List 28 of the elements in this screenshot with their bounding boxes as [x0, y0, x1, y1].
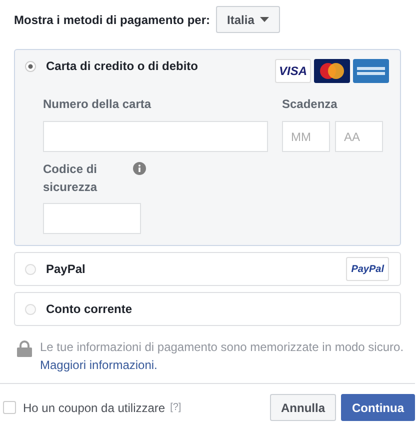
- card-number-label: Numero della carta: [43, 96, 152, 113]
- country-dropdown[interactable]: Italia: [216, 6, 280, 33]
- expiry-label: Scadenza: [282, 96, 338, 113]
- method-label: Conto corrente: [46, 302, 134, 316]
- coupon-checkbox[interactable]: [3, 401, 16, 414]
- visa-logo: VISA: [275, 59, 311, 83]
- month-field[interactable]: MM: [282, 121, 330, 152]
- coupon-label: Ho un coupon da utilizzare: [23, 400, 166, 414]
- amex-logo: [353, 59, 389, 83]
- radio-button[interactable]: [25, 304, 36, 314]
- caret-icon: [260, 17, 270, 22]
- paypal-logo: PayPal: [346, 257, 389, 281]
- continue-button[interactable]: Continua: [341, 394, 415, 421]
- security-code-field[interactable]: [43, 203, 141, 234]
- mastercard-logo: [314, 59, 350, 83]
- security-note: Le tue informazioni di pagamento sono memorizzate in modo sicuro. Maggiori informazioni.: [40, 339, 404, 374]
- radio-button[interactable]: [25, 264, 36, 274]
- radio-button[interactable]: [25, 61, 36, 72]
- lock-icon: [17, 340, 32, 357]
- card-number-field[interactable]: [43, 121, 268, 152]
- more-info-link[interactable]: Maggiori informazioni.: [40, 358, 158, 372]
- year-field[interactable]: AA: [335, 121, 383, 152]
- country-label: Mostra i metodi di pagamento per:: [14, 12, 210, 26]
- method-label: PayPal: [46, 262, 86, 276]
- security-code-label: Codice di sicurezza: [43, 161, 98, 196]
- cancel-button[interactable]: Annulla: [270, 394, 336, 421]
- method-label: Carta di credito o di debito: [46, 59, 200, 73]
- info-icon[interactable]: [133, 162, 146, 175]
